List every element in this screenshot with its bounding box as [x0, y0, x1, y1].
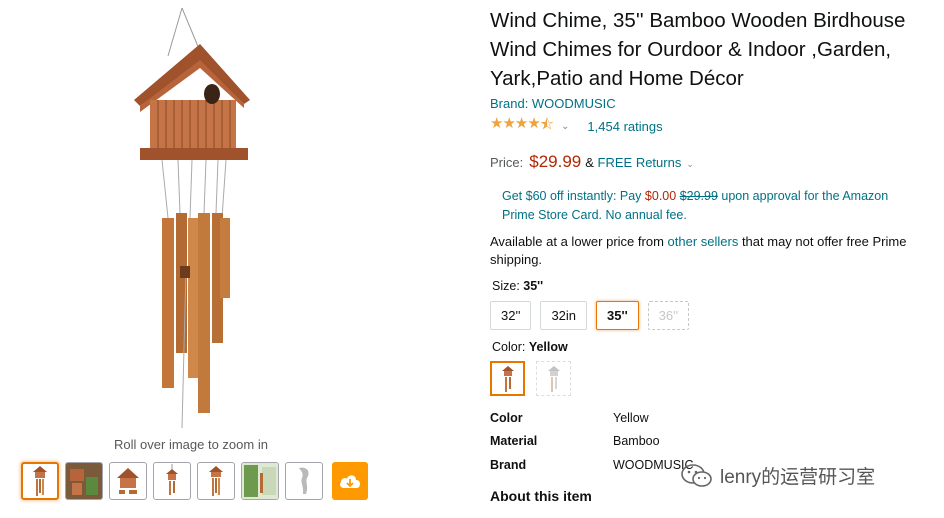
size-option-32in[interactable]: 32in	[540, 301, 588, 330]
spec-key: Color	[490, 410, 523, 425]
size-label: Size: 35''	[492, 279, 940, 293]
ratings-count-link[interactable]: 1,454 ratings	[587, 119, 662, 134]
thumbnail-4[interactable]	[153, 462, 191, 500]
color-label: Color: Yellow	[492, 340, 940, 354]
main-product-image[interactable]	[120, 7, 260, 429]
spec-key: Brand	[490, 457, 527, 472]
watermark: lenry的运营研习室	[680, 462, 875, 489]
availability-note: Available at a lower price from other se…	[490, 233, 930, 269]
thumbnail-3[interactable]	[109, 462, 147, 500]
thumbnail-2[interactable]	[65, 462, 103, 500]
thumbnail-7[interactable]	[285, 462, 323, 500]
product-details: Wind Chime, 35'' Bamboo Wooden Birdhouse…	[490, 6, 940, 504]
price-value: $29.99	[529, 152, 582, 171]
free-returns-link[interactable]: FREE Returns	[598, 155, 682, 170]
star-icon: ★	[490, 115, 503, 132]
promo-text-1: Get $60 off instantly: Pay	[502, 189, 645, 203]
wechat-icon	[681, 463, 712, 487]
price-connector: &	[585, 155, 594, 170]
color-swatch-alt[interactable]	[536, 361, 571, 396]
other-sellers-link[interactable]: other sellers	[668, 234, 739, 249]
size-option-35[interactable]: 35''	[596, 301, 639, 330]
spec-key: Material	[490, 434, 538, 449]
thumbnail-6[interactable]	[241, 462, 279, 500]
star-icon: ★	[502, 115, 515, 132]
color-swatches	[490, 361, 940, 396]
size-selected-value: 35''	[523, 279, 544, 293]
brand-link[interactable]: Brand: WOODMUSIC	[490, 96, 616, 111]
spec-row: Color Yellow	[490, 406, 940, 430]
prime-card-promo[interactable]: Get $60 off instantly: Pay $0.00 $29.99 …	[502, 187, 922, 225]
promo-pay-price: $0.00	[644, 189, 677, 203]
about-heading: About this item	[490, 487, 592, 504]
rating-stars[interactable]: ★ ★ ★ ★ ⯪	[490, 114, 554, 139]
cloud-upload-icon	[340, 475, 360, 488]
color-label-text: Color:	[492, 340, 526, 354]
star-icon: ★	[527, 115, 540, 132]
color-selected-value: Yellow	[528, 340, 568, 354]
color-swatch-yellow[interactable]	[490, 361, 525, 396]
price-label: Price:	[490, 155, 524, 170]
upload-cloud-button[interactable]	[332, 462, 368, 500]
spec-row: Material Bamboo	[490, 430, 940, 454]
star-icon: ★	[514, 115, 528, 132]
zoom-hint: Roll over image to zoom in	[114, 437, 268, 452]
chevron-down-icon[interactable]: ⌄	[686, 159, 694, 170]
half-star-icon: ⯪	[539, 116, 554, 133]
thumbnail-1[interactable]	[21, 462, 59, 500]
size-label-text: Size:	[492, 279, 520, 293]
size-options: 32'' 32in 35'' 36''	[490, 301, 940, 330]
spec-value: Yellow	[613, 410, 649, 425]
watermark-text: lenry的运营研习室	[720, 467, 876, 488]
size-option-32[interactable]: 32''	[490, 301, 532, 330]
product-title: Wind Chime, 35'' Bamboo Wooden Birdhouse…	[490, 9, 906, 90]
chevron-down-icon[interactable]: ⌄	[561, 121, 569, 132]
size-option-36[interactable]: 36''	[647, 301, 690, 330]
thumbnail-strip	[21, 462, 368, 500]
thumbnail-5[interactable]	[197, 462, 235, 500]
availability-text: Available at a lower price from	[490, 234, 668, 249]
promo-orig-price: $29.99	[679, 189, 718, 203]
spec-value: Bamboo	[613, 434, 660, 449]
